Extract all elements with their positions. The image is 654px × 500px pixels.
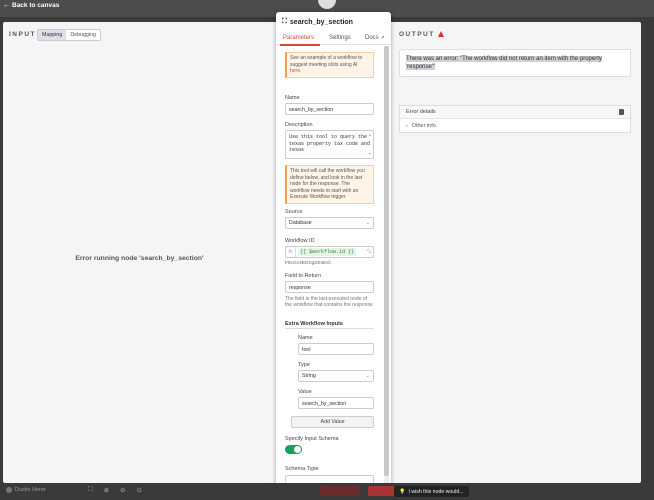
- field-return-input[interactable]: response: [285, 281, 374, 293]
- schema-type-label: Schema Type: [285, 466, 319, 472]
- docs-label: Docs: [365, 35, 379, 41]
- description-textarea[interactable]: Use this tool to query the texas propert…: [285, 130, 374, 159]
- zoom-out-icon[interactable]: ⊖: [120, 486, 125, 494]
- warning-icon: [437, 31, 444, 37]
- output-error-box: There was an error: "The workflow did no…: [399, 49, 631, 77]
- description-text: Use this tool to query the texas propert…: [289, 134, 371, 153]
- input-mode-switch: Mapping Debugging: [37, 29, 101, 41]
- error-details-label: Error details: [406, 109, 436, 115]
- sub-type-select[interactable]: String ⌄: [298, 370, 374, 382]
- sub-value-label: Value: [298, 389, 312, 395]
- field-return-hint: The field in the last-executed node of t…: [285, 296, 373, 308]
- error-details-header[interactable]: Error details: [400, 106, 630, 119]
- example-notice-link[interactable]: here: [290, 68, 300, 74]
- node-header: ⛶ search_by_section: [282, 18, 353, 26]
- workflow-id-label: Workflow ID: [285, 238, 315, 244]
- input-error-text: Error running node 'search_by_section': [75, 255, 204, 262]
- sub-name-label: Name: [298, 335, 313, 341]
- feedback-button[interactable]: 💡 I wish this node would...: [394, 486, 469, 497]
- name-label: Name: [285, 95, 300, 101]
- schema-label: Specify Input Schema: [285, 436, 339, 442]
- add-value-button[interactable]: Add Value: [291, 416, 374, 428]
- bottombar: Dustin Herer ⛶ ⊕ ⊖ ⊙ 💡 I wish this node …: [0, 483, 654, 500]
- active-tab-indicator: [280, 44, 320, 46]
- node-parameters-panel: ⛶ search_by_section Parameters Settings …: [276, 12, 391, 490]
- workflow-id-expression: {{ $workflow.id }}: [298, 248, 357, 256]
- expand-icon[interactable]: ⤡: [367, 249, 371, 255]
- example-notice: See an example of a workflow to suggest …: [285, 52, 374, 78]
- expression-icon: fx: [286, 247, 296, 257]
- node-name-title[interactable]: search_by_section: [290, 19, 353, 26]
- schema-toggle[interactable]: [285, 445, 302, 454]
- workflow-id-resolved: F9cGv4EDXgD04EKl: [285, 261, 331, 266]
- output-panel: OUTPUT There was an error: "The workflow…: [391, 22, 641, 483]
- sub-name-input[interactable]: tool: [298, 343, 374, 355]
- sub-type-label: Type: [298, 362, 310, 368]
- output-title-text: OUTPUT: [399, 31, 435, 38]
- source-label: Source: [285, 209, 303, 215]
- textarea-scroll[interactable]: [369, 133, 372, 158]
- extra-inputs-title: Extra Workflow Inputs: [285, 321, 343, 327]
- node-tabs: Parameters Settings Docs ↗: [276, 33, 391, 46]
- zoom-in-icon[interactable]: ⊕: [104, 486, 109, 494]
- scrollbar[interactable]: [384, 46, 389, 484]
- name-input[interactable]: search_by_section: [285, 103, 374, 115]
- debugging-tab[interactable]: Debugging: [66, 30, 100, 40]
- other-info-label: Other info: [411, 122, 436, 129]
- sub-value-input[interactable]: search_by_section: [298, 397, 374, 409]
- example-notice-text: See an example of a workflow to suggest …: [290, 55, 363, 68]
- sub-type-value: String: [302, 373, 316, 379]
- chevron-down-icon: ⌄: [365, 220, 370, 226]
- execute-button-shadow: [320, 486, 360, 496]
- tool-notice: This tool will call the workflow you def…: [285, 165, 374, 204]
- external-link-icon: ↗: [380, 35, 385, 41]
- user-chip[interactable]: Dustin Herer: [6, 487, 46, 493]
- node-tool-icon: ⛶: [282, 18, 287, 25]
- input-panel: INPUT Mapping Debugging Error running no…: [3, 22, 276, 483]
- chevron-down-icon: ⌄: [365, 373, 370, 379]
- tab-parameters[interactable]: Parameters: [283, 35, 314, 41]
- reset-zoom-icon[interactable]: ⊙: [136, 486, 141, 494]
- copy-icon[interactable]: [619, 109, 624, 115]
- user-name: Dustin Herer: [15, 487, 46, 493]
- lightbulb-icon: 💡: [399, 488, 406, 495]
- input-title: INPUT: [9, 31, 36, 38]
- source-select[interactable]: Database ⌄: [285, 217, 374, 229]
- tab-settings[interactable]: Settings: [329, 35, 351, 41]
- fit-view-icon[interactable]: ⛶: [88, 486, 93, 494]
- other-info-row[interactable]: › Other info: [400, 119, 630, 132]
- chevron-right-icon: ›: [406, 122, 408, 129]
- error-details-panel: Error details › Other info: [399, 105, 631, 133]
- canvas-controls: ⛶ ⊕ ⊖ ⊙: [88, 486, 142, 494]
- source-value: Database: [289, 220, 312, 226]
- arrow-left-icon: ←: [3, 2, 10, 9]
- mapping-tab[interactable]: Mapping: [38, 30, 67, 40]
- back-to-canvas-button[interactable]: ← Back to canvas: [3, 2, 59, 9]
- scrollbar-thumb[interactable]: [384, 46, 389, 476]
- wish-label: I wish this node would...: [408, 488, 464, 495]
- avatar: [6, 487, 12, 493]
- field-return-label: Field to Return: [285, 273, 322, 279]
- back-label: Back to canvas: [12, 2, 60, 9]
- output-error-message: There was an error: "The workflow did no…: [400, 50, 630, 76]
- description-label: Description: [285, 122, 313, 128]
- error-message-text: There was an error: "The workflow did no…: [406, 56, 602, 70]
- workflow-id-input[interactable]: fx {{ $workflow.id }} ⤡: [285, 246, 374, 258]
- output-title: OUTPUT: [399, 31, 444, 38]
- tab-docs[interactable]: Docs ↗: [365, 35, 385, 41]
- section-divider: [285, 328, 374, 329]
